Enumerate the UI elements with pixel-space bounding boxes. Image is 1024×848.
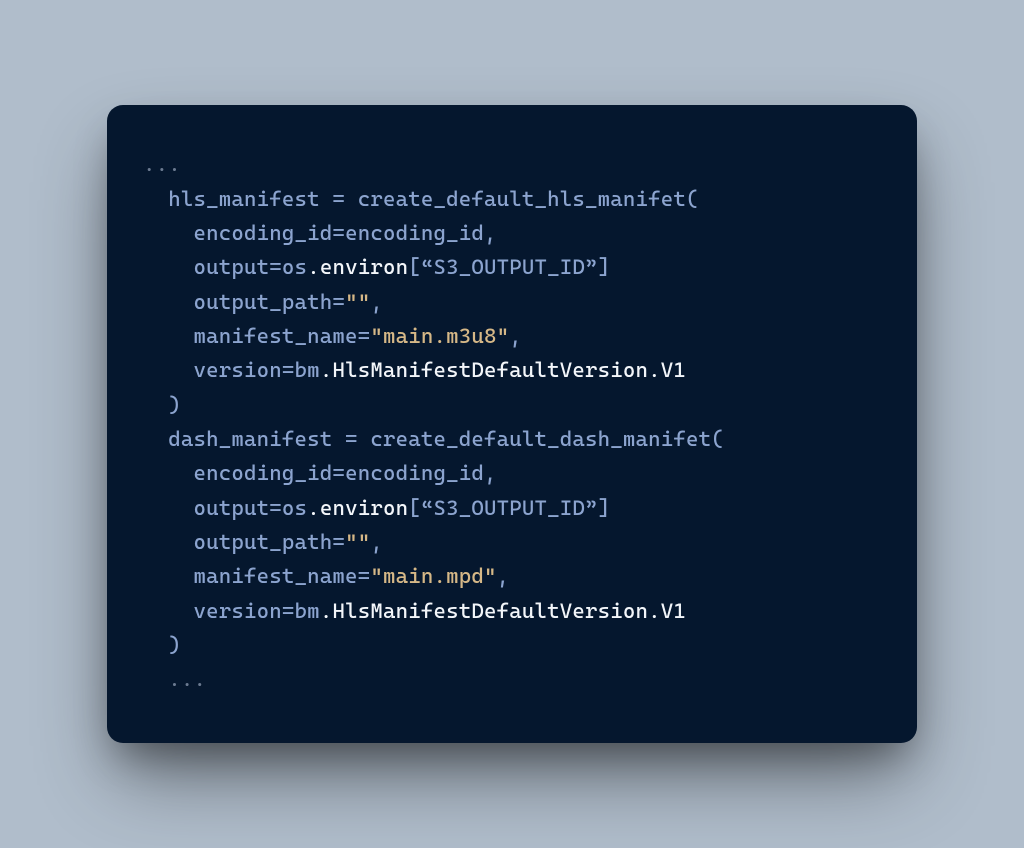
dash-assign-lhs: dash_manifest [168,426,345,451]
param-output-path: output_path [194,289,333,314]
dot: . [320,357,333,382]
bracket-open: [ [408,254,421,279]
open-paren: ( [711,426,724,451]
v1-token: V1 [661,357,686,382]
dot: . [307,495,320,520]
environ-token: environ [320,254,408,279]
equals-sign: = [332,186,357,211]
comma: , [509,323,522,348]
hls-version-class: HlsManifestDefaultVersion [332,357,648,382]
ellipsis-top: ... [143,151,181,176]
param-output: output [194,254,270,279]
open-paren: ( [686,186,699,211]
comma: , [497,563,510,588]
bm-token: bm [295,357,320,382]
equals-char: = [282,357,295,382]
param-manifest-name: manifest_name [194,563,358,588]
value-encoding-id: encoding_id [345,460,484,485]
param-version: version [194,598,282,623]
equals-char: = [282,598,295,623]
code-snippet-card: ... hls_manifest = create_default_hls_ma… [107,105,917,743]
dot: . [320,598,333,623]
code-block: ... hls_manifest = create_default_hls_ma… [143,147,881,697]
ellipsis-bottom: ... [168,666,206,691]
equals-char: = [332,529,345,554]
dash-manifest-name-value: "main.mpd" [370,563,496,588]
value-encoding-id: encoding_id [345,220,484,245]
equals-char: = [332,220,345,245]
comma: , [484,460,497,485]
param-encoding-id: encoding_id [194,460,333,485]
dash-fn-name: create_default_dash_manifet [370,426,711,451]
comma: , [484,220,497,245]
s3-output-id: “S3_OUTPUT_ID” [421,495,598,520]
equals-char: = [269,495,282,520]
os-token: os [282,254,307,279]
bm-token: bm [295,598,320,623]
equals-char: = [358,323,371,348]
s3-output-id: “S3_OUTPUT_ID” [421,254,598,279]
os-token: os [282,495,307,520]
hls-fn-name: create_default_hls_manifet [358,186,686,211]
dot: . [648,598,661,623]
bracket-close: ] [598,495,611,520]
close-paren: ) [168,392,181,417]
equals-char: = [269,254,282,279]
comma: , [370,529,383,554]
param-output-path: output_path [194,529,333,554]
bracket-close: ] [598,254,611,279]
equals-char: = [358,563,371,588]
equals-sign: = [345,426,370,451]
param-version: version [194,357,282,382]
equals-char: = [332,460,345,485]
comma: , [370,289,383,314]
hls-version-class: HlsManifestDefaultVersion [332,598,648,623]
dot: . [648,357,661,382]
param-manifest-name: manifest_name [194,323,358,348]
empty-string: "" [345,289,370,314]
environ-token: environ [320,495,408,520]
close-paren: ) [168,632,181,657]
dot: . [307,254,320,279]
v1-token: V1 [661,598,686,623]
empty-string: "" [345,529,370,554]
bracket-open: [ [408,495,421,520]
equals-char: = [332,289,345,314]
hls-assign-lhs: hls_manifest [168,186,332,211]
hls-manifest-name-value: "main.m3u8" [370,323,509,348]
param-encoding-id: encoding_id [194,220,333,245]
param-output: output [194,495,270,520]
